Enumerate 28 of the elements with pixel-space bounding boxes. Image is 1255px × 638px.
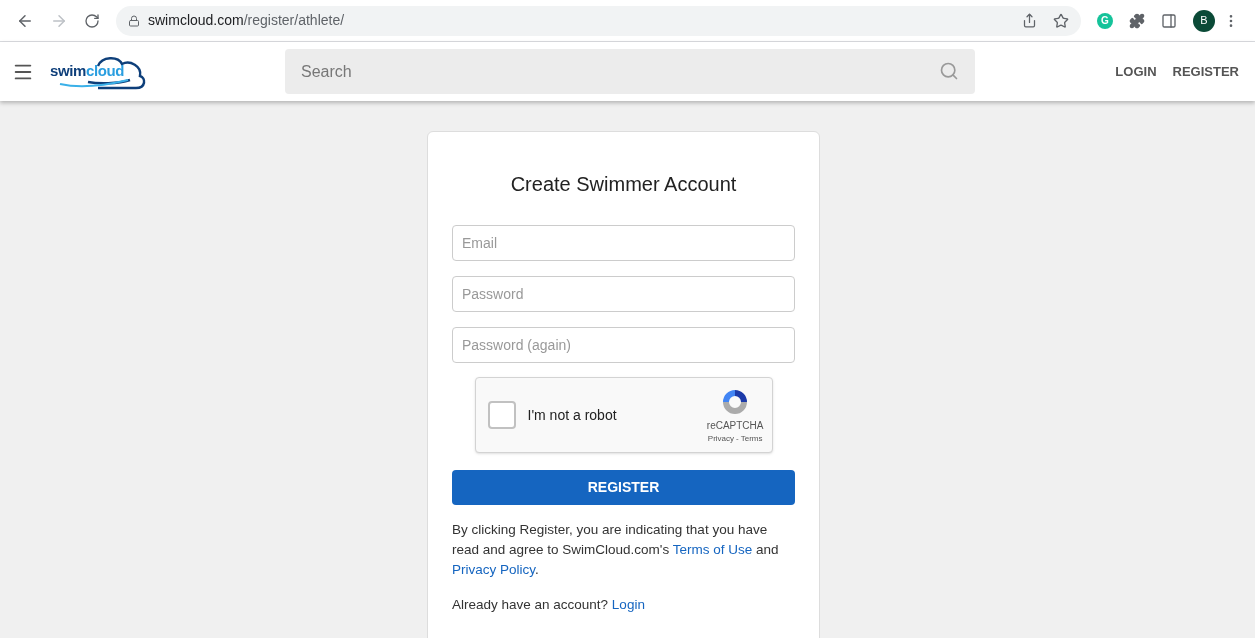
puzzle-icon[interactable] <box>1129 12 1145 29</box>
login-link[interactable]: Login <box>611 597 645 612</box>
terms-link[interactable]: Terms <box>740 432 763 445</box>
url-text: swimcloud.com/register/athlete/ <box>148 11 346 30</box>
input-field[interactable]: Password <box>452 276 795 312</box>
address-bar[interactable]: swimcloud.com/register/athlete/ <box>116 5 1081 36</box>
reload-icon[interactable] <box>84 12 100 29</box>
logo[interactable]: swimcloud <box>50 53 150 90</box>
nav-link[interactable]: REGISTER <box>1172 61 1239 82</box>
search-field[interactable]: Search <box>285 49 975 94</box>
profile-avatar[interactable]: B <box>1193 9 1215 32</box>
form-title: Create Swimmer Account <box>509 172 738 197</box>
login-prompt: Already have an account? Login <box>452 596 646 614</box>
recaptcha-brand: reCAPTCHA <box>706 418 764 433</box>
terms-of-use-link[interactable]: Terms of Use <box>672 542 753 557</box>
register-button[interactable]: REGISTER <box>452 470 795 505</box>
star-icon[interactable] <box>1053 12 1069 29</box>
share-icon[interactable] <box>1022 13 1037 28</box>
captcha-checkbox[interactable] <box>487 401 516 429</box>
captcha-label: I'm not a robot <box>527 405 617 425</box>
side-panel-icon[interactable] <box>1161 12 1177 29</box>
input-field[interactable]: Email <box>452 225 795 261</box>
terms-notice: By clicking Register, you are indicating that you have read and agree to SwimCloud.com's Terms of Use and Privacy Policy. <box>452 521 780 579</box>
separator-text: - <box>736 432 739 445</box>
lock-icon <box>128 14 140 27</box>
privacy-link[interactable]: Privacy <box>707 432 735 445</box>
input-field[interactable]: Password (again) <box>452 327 795 363</box>
nav-link[interactable]: LOGIN <box>1115 61 1157 82</box>
